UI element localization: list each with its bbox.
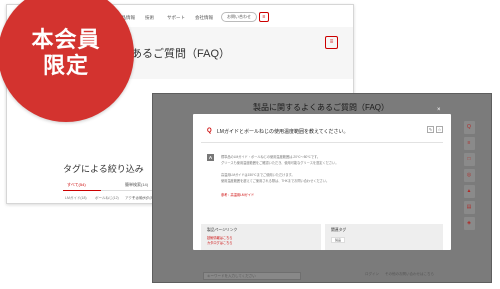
- filter-item[interactable]: その他(6): [132, 196, 147, 201]
- faq-icon: ≡: [325, 36, 338, 49]
- answer-line: 高温用LMガイドは150℃までご使用いただけます。: [221, 173, 295, 177]
- tag-filter-heading: タグによる絞り込み: [63, 164, 144, 174]
- rail-question-icon[interactable]: Q: [463, 121, 475, 134]
- related-pages-box: 製品ページリンク 技術情報はこちら カタログはこちら: [201, 224, 321, 250]
- page-title: あるご質問（FAQ）: [131, 48, 231, 60]
- active-tab-underline: [63, 190, 101, 191]
- close-icon[interactable]: ×: [437, 107, 441, 113]
- tab-easy-search[interactable]: 簡単検索(14): [125, 182, 148, 188]
- answer-line: グリースも使用温度範囲をご確認いただき、使用可能なグリースを選定ください。: [221, 161, 339, 165]
- nav-item-company[interactable]: 会社情報: [195, 15, 213, 21]
- question-mark: Q: [207, 128, 212, 134]
- star-icon[interactable]: ☆: [436, 126, 443, 133]
- rail-document-icon[interactable]: □: [463, 153, 475, 166]
- answer-reference-link[interactable]: 参考：高温用LMガイド: [221, 192, 254, 197]
- tag-chip[interactable]: 製品: [331, 237, 346, 243]
- menu-icon[interactable]: ≡: [259, 12, 269, 22]
- badge-line-2: 限定: [42, 54, 89, 79]
- faq-modal-screenshot: 製品に関するよくあるご質問（FAQ） Q ≡ □ ◎ ▲ ▤ ◈ × Q LMガ…: [152, 93, 492, 283]
- filter-item[interactable]: ボールねじ(12): [95, 196, 119, 201]
- faq-modal: Q LMガイドとボールねじの使用温度範囲を教えてください。 ✎ ☆ A 標準品の…: [193, 114, 451, 250]
- footer-link[interactable]: その他のお問い合わせはこちら: [385, 272, 434, 277]
- rail-alert-icon[interactable]: ▲: [463, 185, 475, 198]
- divider: [201, 142, 443, 143]
- answer-mark: A: [207, 154, 214, 161]
- related-tags-box: 関連タグ 製品: [325, 224, 443, 250]
- tab-all[interactable]: すべて(54): [67, 182, 86, 188]
- modal-actions: ✎ ☆: [427, 126, 443, 133]
- filter-item[interactable]: LMガイド(18): [65, 196, 87, 201]
- faq-page-title: 製品に関するよくあるご質問（FAQ）: [253, 103, 390, 112]
- rail-target-icon[interactable]: ◎: [463, 169, 475, 182]
- rail-catalog-icon[interactable]: ▤: [463, 201, 475, 214]
- nav-item-tech[interactable]: 技術: [145, 15, 154, 21]
- related-pages-label: 製品ページリンク: [207, 228, 238, 232]
- edit-icon[interactable]: ✎: [427, 126, 434, 133]
- answer-line: 使用温度範囲を超えてご使用される際は、THKまでお問い合わせください。: [221, 179, 330, 183]
- rail-diamond-icon[interactable]: ◈: [463, 217, 475, 230]
- contact-button[interactable]: お問い合わせ: [221, 12, 257, 22]
- search-input[interactable]: キーワードを入力してください: [203, 272, 301, 280]
- question-text: LMガイドとボールねじの使用温度範囲を教えてください。: [217, 129, 349, 135]
- footer-link[interactable]: ログイン: [365, 272, 379, 277]
- nav-item-support[interactable]: サポート: [167, 15, 185, 21]
- side-tool-rail: Q ≡ □ ◎ ▲ ▤ ◈: [462, 121, 476, 230]
- badge-line-1: 本会員: [31, 28, 101, 53]
- rail-list-icon[interactable]: ≡: [463, 137, 475, 150]
- related-link[interactable]: カタログはこちら: [207, 240, 233, 245]
- answer-line: 標準品のLMガイド・ボールねじの使用温度範囲は-20℃〜80℃です。: [221, 155, 321, 159]
- related-tags-label: 関連タグ: [331, 228, 347, 232]
